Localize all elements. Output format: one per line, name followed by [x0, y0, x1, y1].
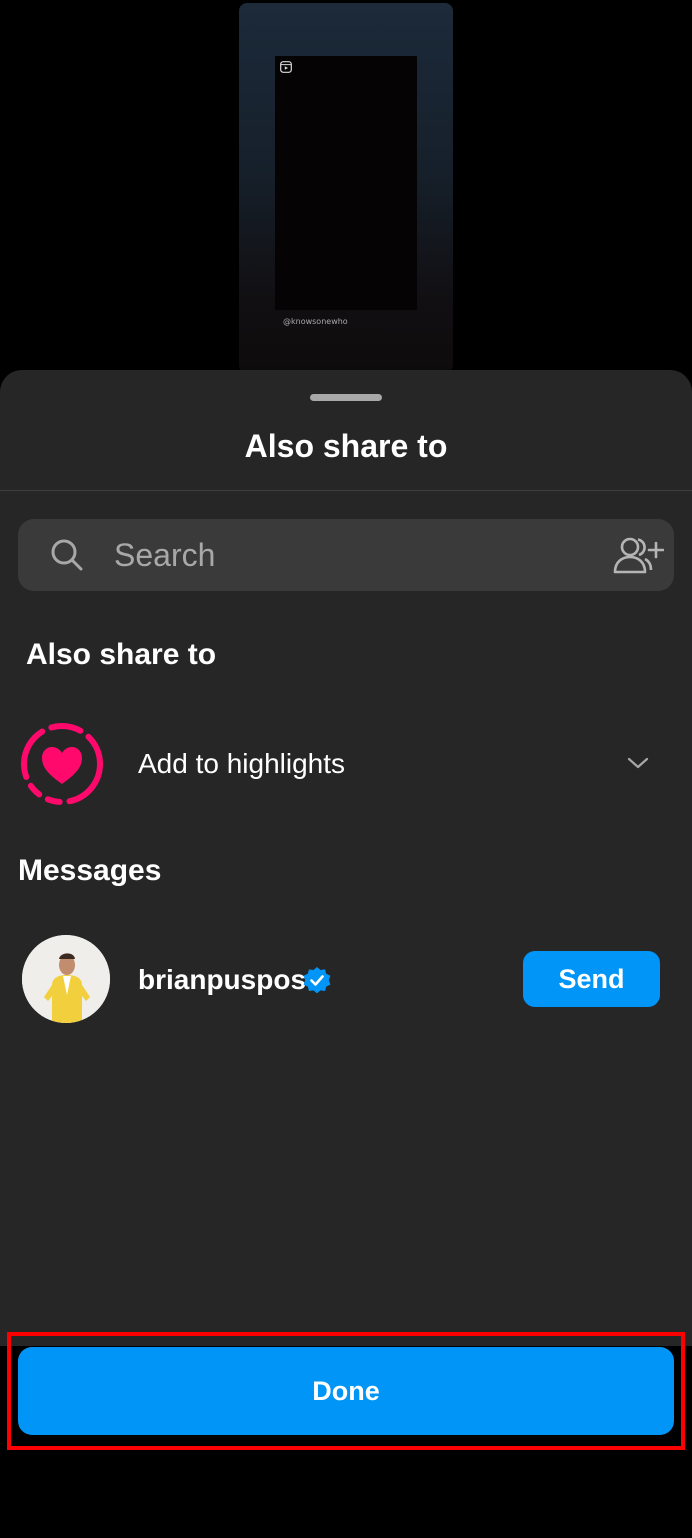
messages-section-title: Messages [18, 854, 162, 887]
search-input[interactable]: Search [114, 537, 215, 574]
contact-username: brianpuspos [138, 964, 307, 995]
chevron-down-icon[interactable] [624, 752, 652, 774]
highlight-heart-icon [21, 723, 103, 805]
sheet-title: Also share to [244, 428, 448, 464]
preview-handle: @knowsonewho [283, 317, 348, 326]
highlights-label: Add to highlights [138, 748, 346, 779]
add-people-icon[interactable] [612, 535, 664, 575]
search-bar[interactable]: Search [18, 519, 674, 591]
avatar-image [22, 935, 110, 1023]
avatar [22, 935, 110, 1023]
reel-thumbnail [275, 56, 417, 310]
done-button[interactable]: Done [18, 1347, 674, 1435]
contact-row[interactable]: brianpuspos Send [0, 930, 692, 1030]
sheet-grabber[interactable] [310, 394, 382, 401]
send-button[interactable]: Send [523, 951, 660, 1007]
screen: @knowsonewho Also share to Search Also s… [0, 0, 692, 1538]
divider [0, 490, 692, 491]
reels-icon [280, 61, 292, 73]
verified-badge-icon [303, 967, 331, 994]
share-sheet: Also share to Search Also share to Add t… [0, 370, 692, 1346]
add-to-highlights-row[interactable]: Add to highlights [0, 710, 692, 820]
search-icon [51, 539, 83, 571]
also-share-section-title: Also share to [26, 638, 217, 671]
story-preview: @knowsonewho [239, 3, 453, 373]
